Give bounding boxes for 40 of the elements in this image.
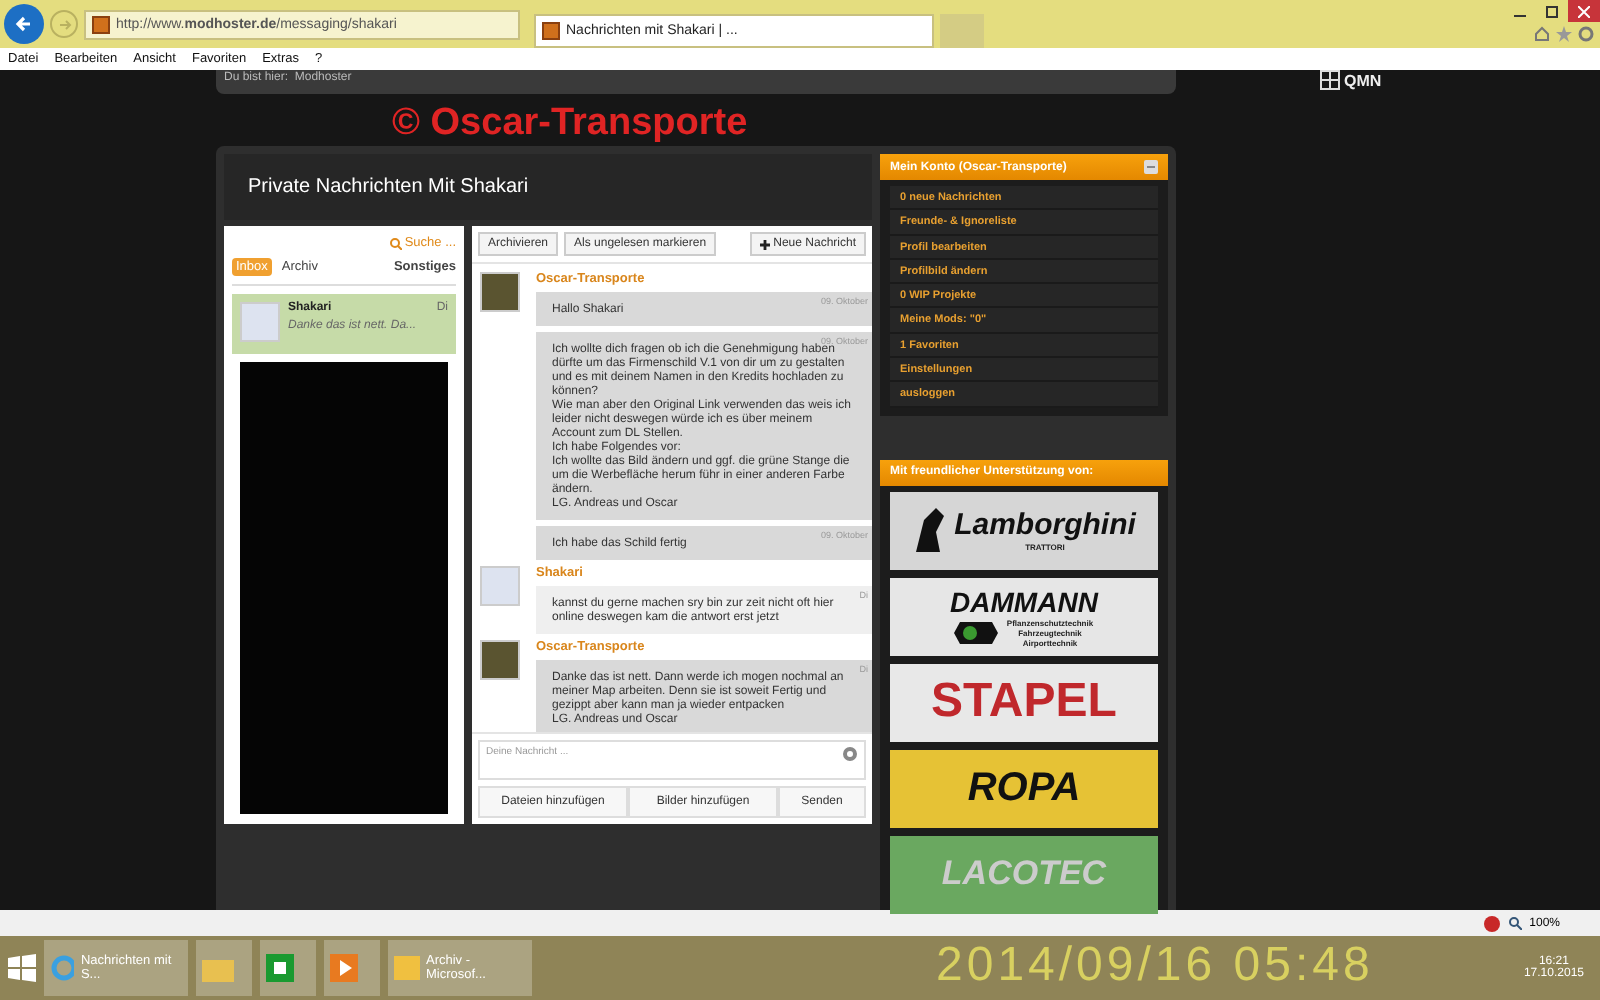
date-stamp-label: 2014/09/16 05:48 — [936, 938, 1374, 994]
shield-icon — [1483, 915, 1500, 931]
photo-placeholder — [480, 272, 520, 312]
back-arrow-icon — [14, 14, 34, 34]
logo-text: STAPEL — [931, 674, 1117, 731]
logo-text: DAMMANN — [950, 585, 1098, 618]
star-icon[interactable] — [1556, 26, 1572, 42]
page-title: Private Nachrichten Mit Shakari — [224, 154, 872, 220]
plus-icon — [759, 239, 770, 249]
close-button[interactable] — [1568, 0, 1600, 22]
settings-icon[interactable] — [1578, 26, 1594, 42]
avatar — [480, 566, 520, 606]
site-logo: QMN — [1344, 71, 1382, 89]
home-icon[interactable] — [1534, 26, 1550, 42]
search-icon — [390, 237, 403, 249]
logo-text: Lamborghini — [954, 508, 1136, 543]
media-player-icon — [330, 954, 358, 982]
zoom-icon — [1507, 916, 1522, 930]
taskbar-item[interactable] — [324, 940, 380, 996]
grid-logo-icon — [1320, 70, 1340, 90]
mail-icon — [394, 956, 420, 980]
sponsor-logo[interactable]: STAPEL — [890, 663, 1158, 742]
settings-icon[interactable] — [842, 746, 858, 762]
overlay-text: © Oscar-Transporte — [392, 102, 748, 144]
folder-icon — [202, 955, 234, 981]
photo-placeholder — [480, 640, 520, 680]
taskbar-item[interactable] — [260, 940, 316, 996]
close-icon — [1578, 5, 1590, 17]
back-button[interactable] — [4, 4, 44, 44]
restore-icon — [1545, 4, 1559, 18]
hexagon-icon — [954, 621, 999, 644]
collapse-icon[interactable] — [1144, 160, 1158, 174]
store-icon — [266, 954, 294, 982]
logo-text: LACOTEC — [941, 854, 1107, 895]
avatar — [240, 302, 280, 342]
sponsor-logo[interactable]: ROPA — [890, 749, 1158, 828]
forward-arrow-icon — [57, 17, 71, 31]
start-icon[interactable] — [8, 954, 36, 982]
logo-text: ROPA — [967, 765, 1081, 812]
browser-icon — [50, 954, 75, 982]
